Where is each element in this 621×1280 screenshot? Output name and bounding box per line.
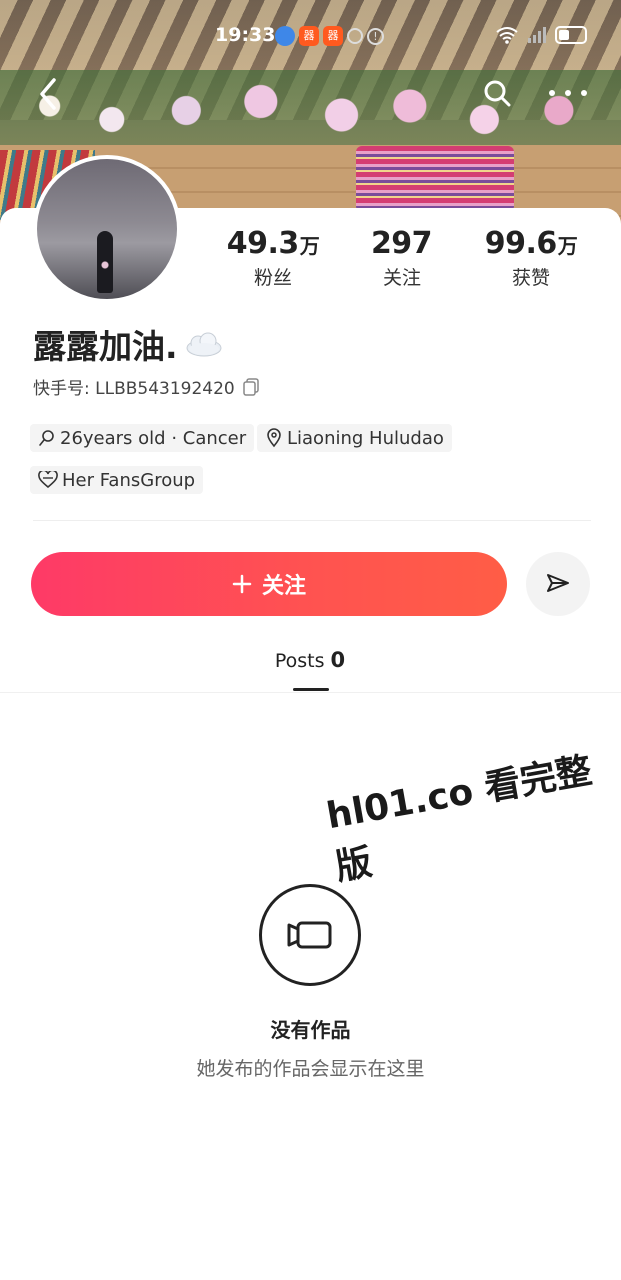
video-camera-icon bbox=[287, 921, 332, 949]
tag-location[interactable]: Liaoning Huludao bbox=[257, 424, 452, 452]
stat-likes-label: 获赞 bbox=[511, 267, 550, 289]
profile-stats: 49.3万 粉丝 297 关注 99.6万 获赞 bbox=[208, 226, 588, 296]
tab-posts[interactable]: Posts 0 bbox=[270, 648, 350, 672]
hotspot-icon bbox=[347, 28, 363, 44]
avatar-figure bbox=[97, 231, 113, 293]
more-icon[interactable] bbox=[546, 80, 590, 106]
stat-following-label: 关注 bbox=[382, 267, 421, 289]
app-notification-icon bbox=[275, 26, 295, 46]
section-divider bbox=[33, 520, 591, 521]
status-notification-icons: 器 器 ! bbox=[275, 26, 384, 46]
copy-icon[interactable] bbox=[243, 377, 259, 396]
profile-card bbox=[0, 208, 621, 1280]
follow-button-label: 关注 bbox=[261, 574, 306, 599]
signal-icon bbox=[528, 27, 546, 43]
empty-state-subtitle: 她发布的作品会显示在这里 bbox=[196, 1058, 425, 1080]
tag-age-sign-text: 26years old · Cancer bbox=[60, 427, 247, 449]
status-time: 19:33 bbox=[215, 24, 276, 46]
battery-icon bbox=[555, 26, 587, 44]
plus-icon bbox=[232, 574, 252, 594]
cloud-icon bbox=[186, 332, 222, 357]
user-id: 快手号: LLBB543192420 bbox=[33, 374, 259, 399]
search-icon[interactable] bbox=[482, 78, 512, 108]
app-badge-icon: 器 bbox=[323, 26, 343, 46]
send-icon bbox=[547, 574, 569, 592]
tab-posts-count: 0 bbox=[330, 648, 346, 672]
tag-fans-group[interactable]: Her FansGroup bbox=[30, 466, 204, 494]
search-tag-icon bbox=[39, 430, 54, 446]
banner-pillow-right bbox=[356, 146, 514, 212]
stat-following-value: 297 bbox=[370, 226, 433, 261]
share-button[interactable] bbox=[526, 552, 590, 616]
status-bar: 19:33 器 器 ! bbox=[0, 20, 621, 54]
wifi-icon bbox=[496, 27, 518, 44]
tab-bottom-border bbox=[0, 692, 621, 693]
tab-posts-label: Posts bbox=[274, 650, 325, 672]
tag-age-sign[interactable]: 26years old · Cancer bbox=[30, 424, 255, 452]
location-icon bbox=[267, 428, 281, 448]
empty-state-icon bbox=[259, 884, 361, 986]
app-badge-icon: 器 bbox=[299, 26, 319, 46]
username: 露露加油. bbox=[33, 320, 224, 368]
user-id-text: 快手号: LLBB543192420 bbox=[33, 379, 235, 399]
follow-button[interactable]: 关注 bbox=[31, 552, 507, 616]
tag-fans-group-text: Her FansGroup bbox=[62, 469, 196, 491]
tag-location-text: Liaoning Huludao bbox=[287, 427, 444, 449]
stat-likes[interactable]: 99.6万 获赞 bbox=[466, 226, 596, 290]
stat-likes-value: 99.6万 bbox=[484, 226, 578, 261]
heart-icon bbox=[38, 471, 58, 489]
stat-followers-label: 粉丝 bbox=[253, 267, 292, 289]
alert-icon: ! bbox=[367, 27, 384, 45]
stat-following[interactable]: 297 关注 bbox=[337, 226, 467, 290]
tab-active-indicator bbox=[293, 688, 329, 691]
back-icon[interactable] bbox=[34, 76, 64, 112]
avatar[interactable] bbox=[33, 155, 181, 303]
status-system-icons bbox=[495, 26, 587, 44]
stat-followers[interactable]: 49.3万 粉丝 bbox=[208, 226, 338, 290]
stat-followers-value: 49.3万 bbox=[226, 226, 320, 261]
empty-state-title: 没有作品 bbox=[270, 1018, 351, 1042]
username-text: 露露加油. bbox=[33, 327, 178, 366]
